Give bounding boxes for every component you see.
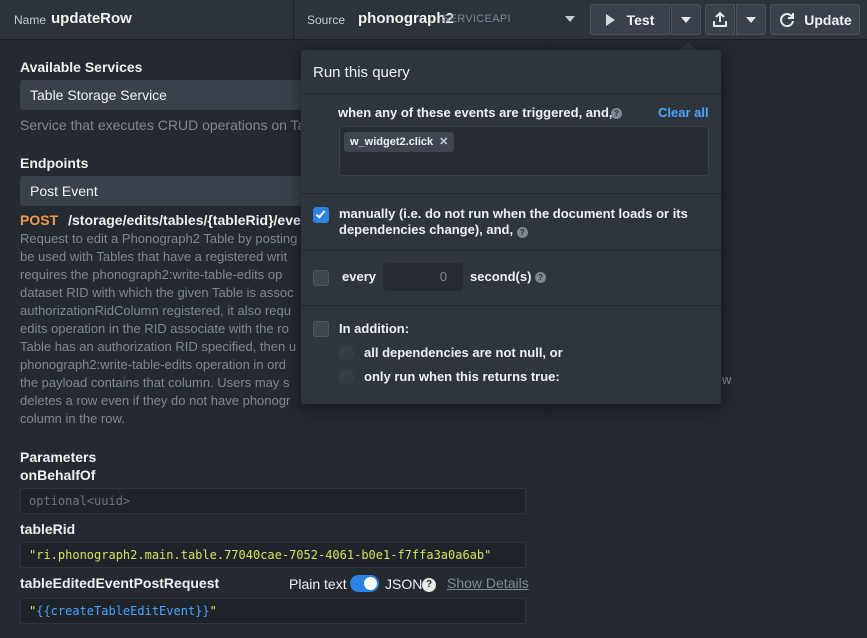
event-tag: w_widget2.click ✕ — [344, 132, 455, 152]
popover-arrow — [680, 42, 696, 50]
plain-text-label: Plain text — [289, 576, 347, 592]
param-label-onbehalfof: onBehalfOf — [20, 467, 96, 483]
test-button[interactable]: Test — [590, 4, 670, 35]
param-input-tableeditedeventpostrequest[interactable]: "{{createTableEditEvent}}" — [20, 598, 526, 624]
radio-dependencies[interactable] — [338, 345, 354, 361]
divider — [293, 0, 294, 40]
param-value-template: {{createTableEditEvent}} — [36, 604, 210, 618]
show-details-link[interactable]: Show Details — [447, 575, 529, 591]
json-mode-toggle[interactable] — [350, 575, 379, 592]
toggle-knob — [364, 577, 377, 590]
play-icon — [605, 13, 615, 26]
description-line: column in the row. — [20, 411, 125, 426]
radio-condition[interactable] — [338, 369, 354, 385]
update-button[interactable]: Update — [770, 4, 860, 35]
endpoints-heading: Endpoints — [20, 155, 89, 171]
close-icon[interactable]: ✕ — [439, 136, 448, 148]
in-addition-checkbox[interactable] — [313, 321, 329, 337]
manual-checkbox[interactable] — [313, 207, 329, 223]
chevron-down-icon[interactable] — [565, 16, 575, 22]
help-icon[interactable]: ? — [611, 108, 622, 119]
every-checkbox[interactable] — [313, 270, 329, 286]
chevron-down-icon — [681, 16, 691, 23]
service-description: Service that executes CRUD operations on… — [20, 117, 317, 133]
seconds-label: second(s) — [470, 269, 532, 284]
checkmark-icon — [315, 208, 326, 219]
query-name[interactable]: updateRow — [51, 10, 132, 27]
interval-input[interactable]: 0 — [383, 263, 463, 291]
event-tag-label: w_widget2.click — [350, 136, 434, 148]
available-services-heading: Available Services — [20, 59, 143, 75]
test-button-label: Test — [626, 11, 655, 28]
param-label-tablerid: tableRid — [20, 521, 76, 537]
export-button[interactable] — [705, 4, 735, 35]
param-value: "ri.phonograph2.main.table.77040cae-7052… — [29, 548, 492, 562]
param-input-tablerid[interactable]: "ri.phonograph2.main.table.77040cae-7052… — [20, 542, 526, 568]
update-button-label: Update — [804, 11, 852, 28]
divider — [301, 93, 721, 94]
in-addition-label: In addition: — [339, 321, 410, 336]
divider — [301, 250, 721, 251]
source-type-badge: SERVICEAPI — [442, 13, 511, 25]
refresh-icon — [780, 12, 795, 27]
param-value-quote: " — [209, 604, 217, 618]
parameters-heading: Parameters — [20, 449, 97, 465]
param-input-onbehalfof[interactable]: optional<uuid> — [20, 488, 526, 514]
clear-all-link[interactable]: Clear all — [658, 105, 709, 120]
divider — [301, 305, 721, 306]
endpoint-path: POST/storage/edits/tables/{tableRid}/eve… — [20, 212, 322, 228]
source-label: Source — [307, 13, 346, 27]
top-bar: Name updateRow Source phonograph2 SERVIC… — [0, 0, 867, 40]
option-dependencies-label: all dependencies are not null, or — [364, 345, 563, 360]
popover-title: Run this query — [313, 64, 410, 81]
help-icon[interactable]: ? — [535, 272, 546, 283]
divider — [301, 193, 721, 194]
manual-text-label: manually (i.e. do not run when the docum… — [339, 206, 688, 237]
test-options-button[interactable] — [671, 4, 701, 35]
source-select[interactable]: phonograph2 — [358, 10, 454, 27]
right-panel-text: w — [722, 372, 732, 387]
param-placeholder: optional<uuid> — [29, 494, 131, 508]
every-label: every — [342, 269, 376, 284]
option-condition-label: only run when this returns true: — [364, 369, 560, 384]
help-icon[interactable]: ? — [516, 227, 528, 238]
manual-text: manually (i.e. do not run when the docum… — [339, 206, 699, 238]
http-method: POST — [20, 212, 59, 228]
events-text: when any of these events are triggered, … — [338, 105, 613, 120]
event-tags-input[interactable]: w_widget2.click ✕ — [339, 126, 709, 176]
endpoint-url: /storage/edits/tables/{tableRid}/events — [68, 212, 322, 228]
name-label: Name — [14, 13, 47, 27]
run-query-popover: Run this query when any of these events … — [301, 50, 721, 404]
param-label-tableeditedeventpostrequest: tableEditedEventPostRequest — [20, 575, 220, 591]
upload-icon — [713, 11, 727, 27]
help-icon[interactable]: ? — [422, 578, 436, 592]
json-label: JSON — [385, 576, 423, 592]
chevron-down-icon — [746, 16, 756, 23]
export-options-button[interactable] — [736, 4, 766, 35]
